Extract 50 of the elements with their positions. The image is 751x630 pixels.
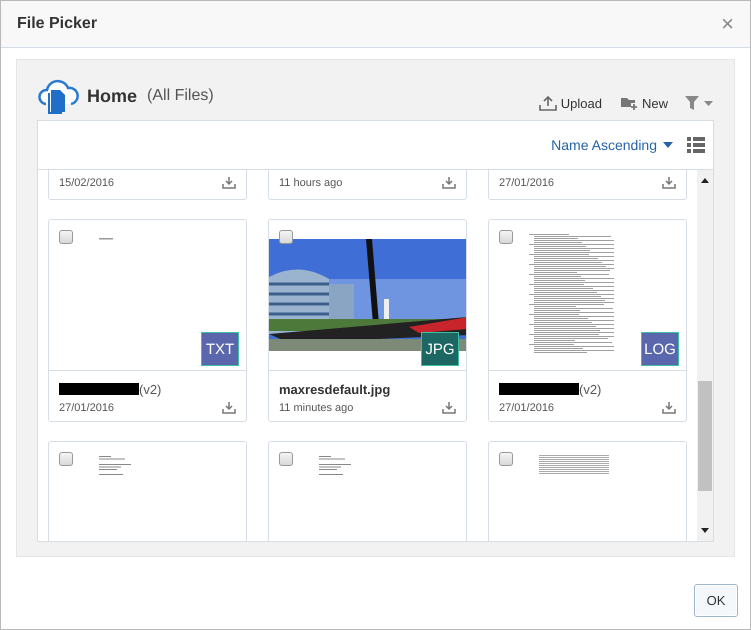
- scroll-down-icon[interactable]: [701, 528, 709, 533]
- file-type-badge: TXT: [201, 332, 239, 366]
- scrollbar[interactable]: [697, 170, 713, 541]
- window-title: File Picker: [17, 15, 98, 33]
- file-card[interactable]: 27/01/2016: [488, 170, 687, 200]
- document-preview: [319, 456, 351, 475]
- file-type-badge: JPG: [421, 332, 459, 366]
- file-date: 11 minutes ago: [279, 402, 354, 414]
- download-icon[interactable]: [222, 176, 236, 189]
- file-date: 11 hours ago: [279, 176, 342, 188]
- new-folder-icon: [620, 95, 638, 111]
- download-icon[interactable]: [662, 176, 676, 189]
- file-card[interactable]: [488, 441, 687, 541]
- file-date: 27/01/2016: [499, 176, 554, 188]
- checkbox[interactable]: [59, 230, 73, 244]
- checkbox[interactable]: [499, 452, 513, 466]
- file-card[interactable]: JPG maxresdefault.jpg 11 minutes ago: [268, 219, 467, 422]
- checkbox[interactable]: [279, 230, 293, 244]
- file-name: maxresdefault.jpg: [279, 382, 390, 396]
- upload-button[interactable]: Upload: [538, 95, 602, 111]
- new-button[interactable]: New: [620, 95, 668, 111]
- ok-button[interactable]: OK: [694, 584, 738, 617]
- file-name: (v2): [139, 382, 162, 396]
- download-icon[interactable]: [442, 176, 456, 189]
- download-icon[interactable]: [222, 401, 236, 414]
- file-card[interactable]: LOG (v2) 27/01/2016: [488, 219, 687, 422]
- scroll-up-icon[interactable]: [701, 178, 709, 183]
- download-icon[interactable]: [662, 401, 676, 414]
- document-preview: [539, 455, 609, 474]
- caret-icon: [663, 142, 673, 148]
- folder-subtitle: (All Files): [147, 87, 214, 105]
- folder-title: Home: [87, 86, 138, 106]
- file-name: (v2): [579, 382, 602, 396]
- file-card[interactable]: 15/02/2016: [48, 170, 247, 200]
- file-date: 27/01/2016: [499, 402, 554, 414]
- checkbox[interactable]: [279, 452, 293, 466]
- list-view-icon[interactable]: [687, 137, 705, 153]
- file-card[interactable]: 11 hours ago: [268, 170, 467, 200]
- checkbox[interactable]: [499, 230, 513, 244]
- cloud-document-icon: [37, 78, 79, 114]
- sort-dropdown[interactable]: Name Ascending: [551, 137, 673, 153]
- file-date: 27/01/2016: [59, 402, 114, 414]
- upload-icon: [538, 95, 557, 111]
- file-type-badge: LOG: [641, 332, 679, 366]
- download-icon[interactable]: [442, 401, 456, 414]
- filter-icon[interactable]: [684, 95, 714, 111]
- checkbox[interactable]: [59, 452, 73, 466]
- file-card[interactable]: TXT (v2) 27/01/2016: [48, 219, 247, 422]
- file-date: 15/02/2016: [59, 176, 114, 188]
- document-preview: [99, 456, 131, 475]
